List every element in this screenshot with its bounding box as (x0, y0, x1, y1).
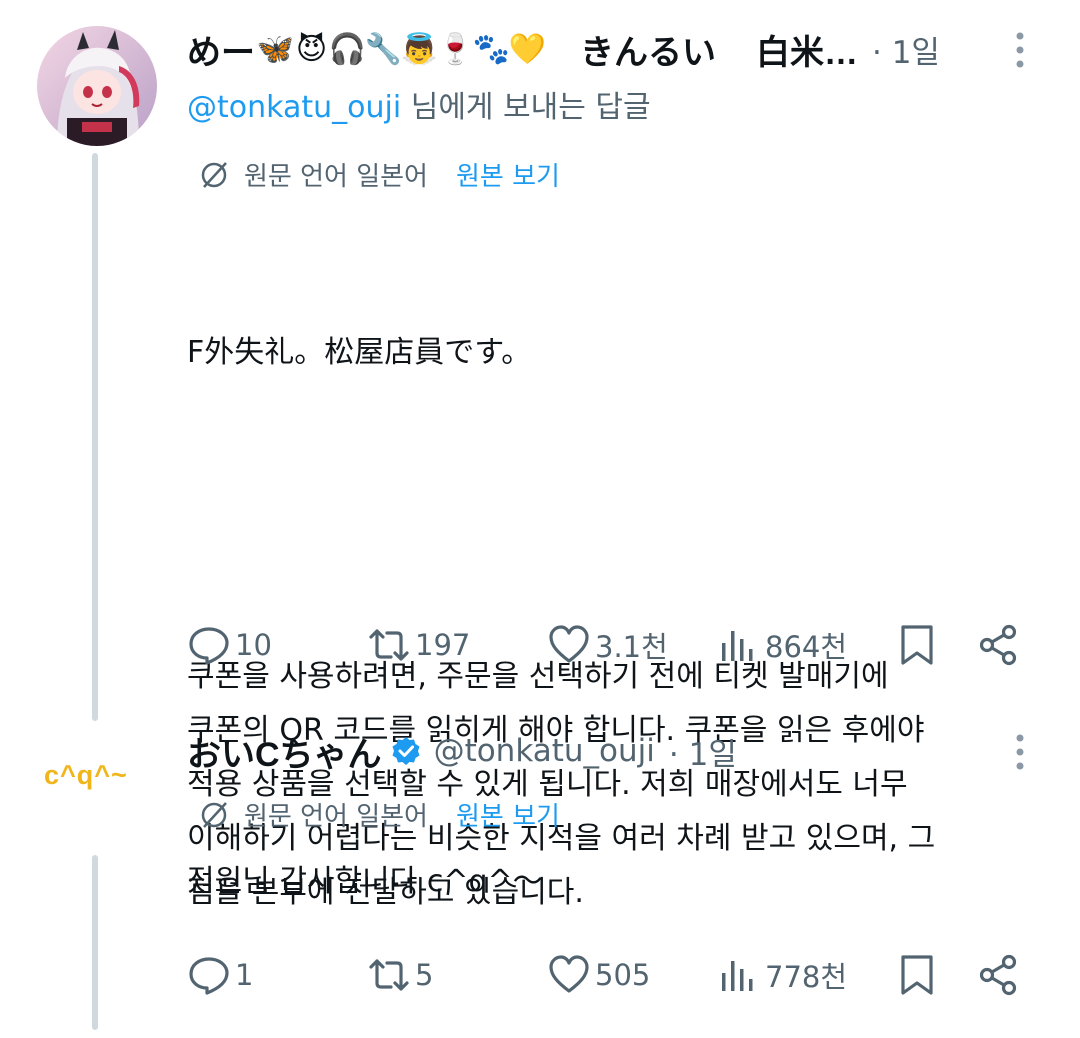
tweet-header: めー 🦋 😈 🎧 🔧 👼 🍷 🐾 💛 きんるい 白米… · 1일 (187, 24, 940, 74)
display-name[interactable]: めー (187, 25, 255, 74)
smiling-devil-icon: 😈 (295, 31, 328, 67)
retweet-icon (369, 629, 409, 661)
wrench-icon: 🔧 (364, 31, 403, 67)
translate-icon (201, 161, 227, 188)
reply-to-suffix: 님에게 보내는 답글 (401, 90, 651, 125)
retweet-count: 197 (415, 628, 471, 662)
retweet-count: 5 (415, 958, 434, 992)
action-bar: 1 5 505 778천 (187, 950, 1027, 1000)
more-options-icon[interactable] (1010, 30, 1030, 70)
reply-icon (189, 957, 229, 995)
reply-to-line: @tonkatu_ouji 님에게 보내는 답글 (187, 82, 651, 126)
timestamp[interactable]: · 1일 (669, 729, 737, 774)
name-emojis: 🦋 😈 🎧 🔧 👼 🍷 🐾 💛 (256, 31, 547, 67)
reply-button[interactable]: 1 (187, 950, 253, 1000)
reply-button[interactable]: 10 (187, 620, 272, 670)
views-button[interactable]: 778천 (717, 950, 847, 1000)
translation-notice: 원문 언어 일본어 원본 보기 (198, 796, 560, 833)
tweet-body-line-1: F外失礼。松屋店員です。 (187, 335, 532, 370)
avatar-image (37, 26, 157, 146)
bookmark-icon (901, 955, 933, 995)
views-chart-icon (722, 961, 753, 991)
butterfly-icon: 🦋 (256, 31, 295, 67)
share-icon (979, 954, 1017, 996)
translate-label: 원문 언어 일본어 (244, 802, 428, 832)
share-button[interactable] (977, 950, 1021, 1000)
show-original-link[interactable]: 원본 보기 (456, 796, 560, 833)
tweet-1[interactable]: めー 🦋 😈 🎧 🔧 👼 🍷 🐾 💛 きんるい 白米… · 1일 @tonkat… (0, 0, 1080, 910)
reply-to-mention[interactable]: @tonkatu_ouji (187, 90, 401, 125)
wine-glass-icon: 🍷 (436, 31, 475, 67)
tweet-header: おいCちゃん @tonkatu_ouji · 1일 (187, 726, 737, 776)
verified-badge-icon[interactable] (390, 735, 422, 767)
avatar[interactable] (37, 26, 157, 146)
like-count: 505 (595, 958, 651, 992)
heart-icon (549, 625, 589, 663)
tweet-body: 점원님 감사합니다 c^q^〜 (187, 864, 543, 899)
views-button[interactable]: 864천 (717, 620, 847, 670)
retweet-icon (369, 959, 409, 991)
yellow-heart-icon: 💛 (508, 31, 547, 67)
show-original-link[interactable]: 원본 보기 (456, 156, 560, 193)
heart-icon (549, 955, 589, 993)
like-button[interactable]: 505 (547, 950, 650, 1000)
bookmark-button[interactable] (895, 950, 939, 1000)
handle[interactable]: @tonkatu_ouji (434, 733, 655, 769)
like-button[interactable]: 3.1천 (547, 620, 668, 670)
bookmark-icon (901, 625, 933, 665)
like-count: 3.1천 (595, 630, 668, 664)
views-chart-icon (722, 631, 753, 661)
baby-angel-icon: 👼 (400, 31, 439, 67)
paw-prints-icon: 🐾 (472, 31, 511, 67)
action-bar: 10 197 3.1천 864천 (187, 620, 1027, 670)
headphones-icon: 🎧 (328, 31, 367, 67)
reply-count: 1 (235, 958, 254, 992)
share-icon (979, 624, 1017, 666)
display-name-part-3[interactable]: 白米… (756, 25, 858, 74)
timestamp[interactable]: · 1일 (872, 27, 940, 72)
translate-label: 원문 언어 일본어 (244, 162, 428, 192)
retweet-button[interactable]: 197 (367, 620, 470, 670)
thread-line (92, 855, 98, 1030)
reply-count: 10 (235, 628, 272, 662)
bookmark-button[interactable] (895, 620, 939, 670)
display-name[interactable]: おいCちゃん (187, 727, 382, 776)
view-count: 864천 (765, 630, 848, 664)
more-options-icon[interactable] (1010, 732, 1030, 772)
translation-notice: 원문 언어 일본어 원본 보기 (198, 156, 560, 193)
share-button[interactable] (977, 620, 1021, 670)
retweet-button[interactable]: 5 (367, 950, 433, 1000)
reply-icon (189, 627, 229, 665)
view-count: 778천 (765, 960, 848, 994)
thread-line (92, 153, 98, 721)
display-name-part-2[interactable]: きんるい (580, 25, 716, 74)
translate-icon (201, 801, 227, 828)
avatar[interactable]: c^q^~ (44, 760, 128, 791)
